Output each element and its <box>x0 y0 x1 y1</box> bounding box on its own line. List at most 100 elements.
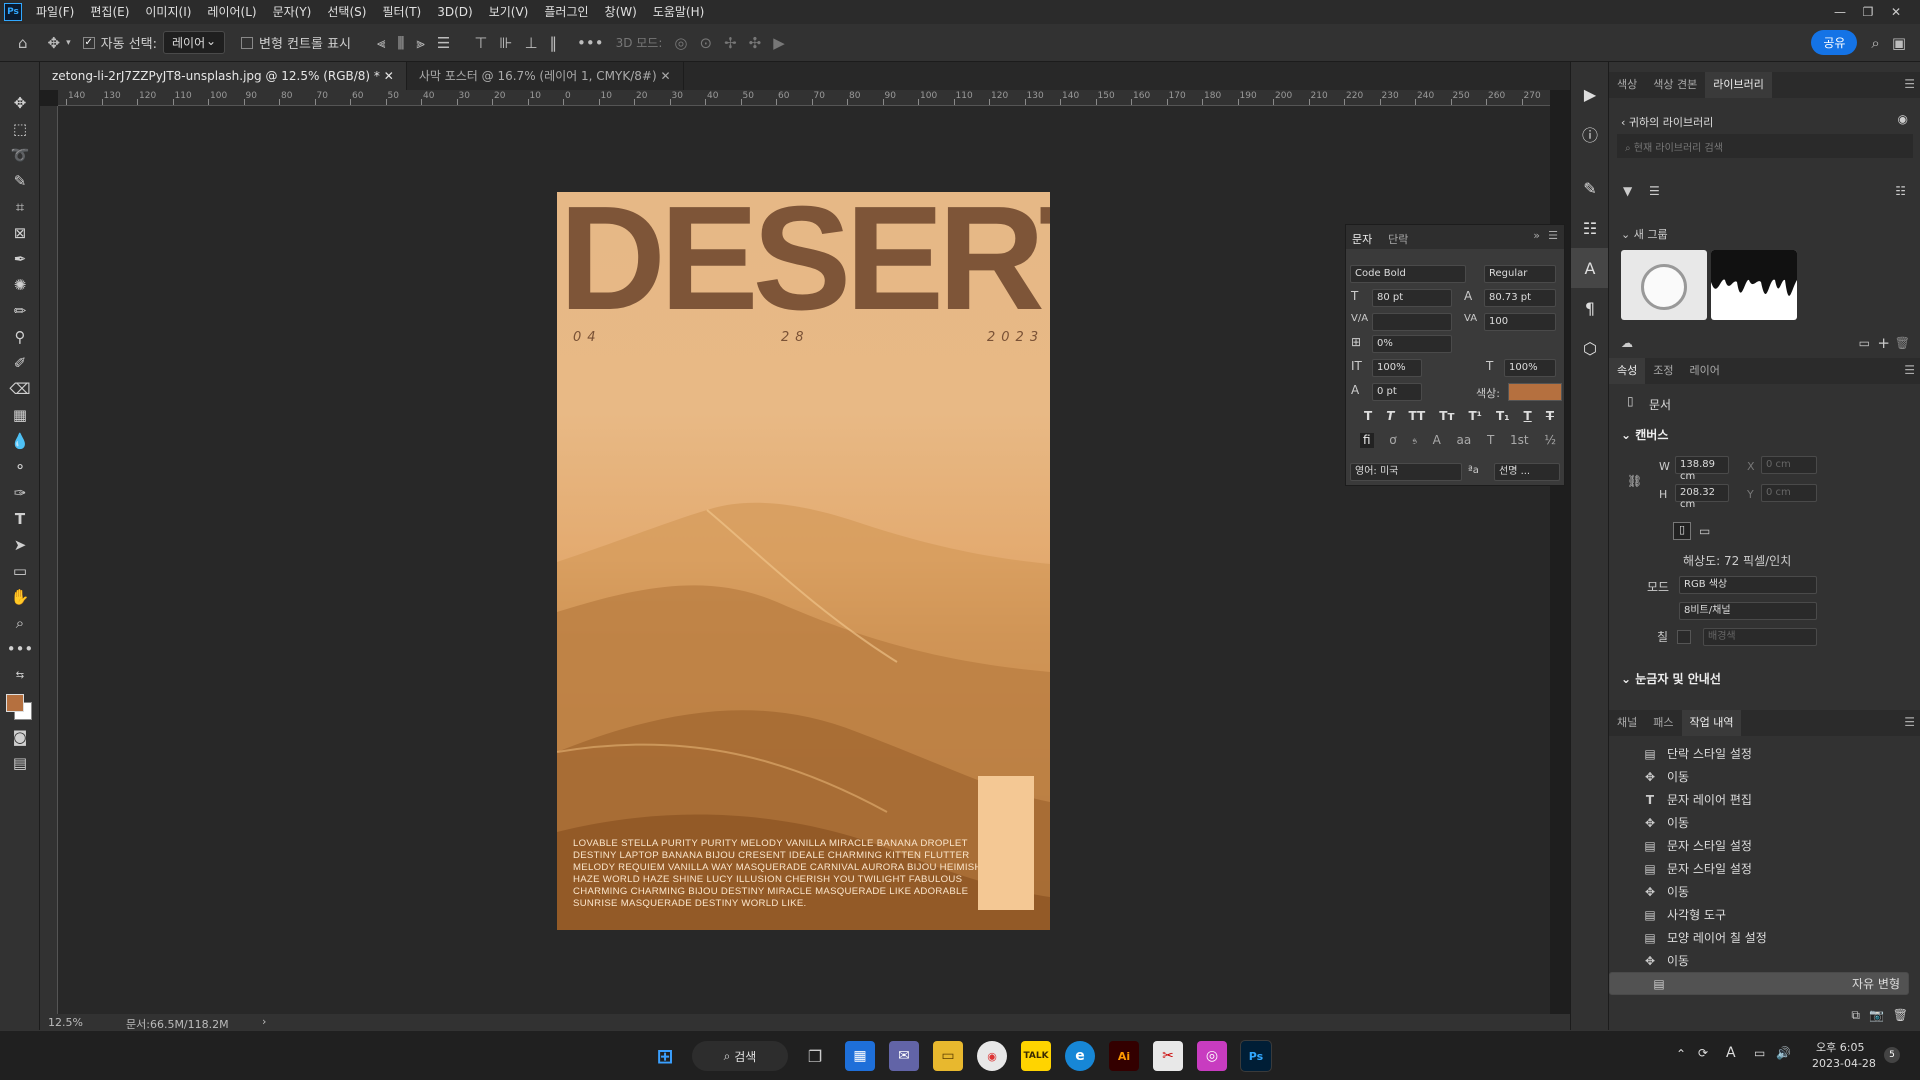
paragraph-icon[interactable]: ¶ <box>1571 288 1609 328</box>
stylistic-alt-icon[interactable]: A <box>1433 433 1441 448</box>
creative-cloud-icon[interactable]: ◎ <box>1197 1041 1227 1071</box>
tracking-field[interactable]: 100 <box>1484 313 1556 331</box>
actions-icon[interactable]: ▶ <box>1571 74 1609 114</box>
chrome-icon[interactable]: ◉ <box>977 1041 1007 1071</box>
font-family-dropdown[interactable]: Code Bold <box>1350 265 1466 283</box>
drip-thumbnail[interactable] <box>1711 250 1797 320</box>
clock-time[interactable]: 오후 6:05 <box>1816 1039 1864 1055</box>
move-tool-icon[interactable]: ✥ <box>48 34 61 52</box>
list-view-icon[interactable]: ☷ <box>1895 184 1906 198</box>
discretionary-ligature-icon[interactable]: ơ <box>1389 433 1396 448</box>
stopwatch-thumbnail[interactable] <box>1621 250 1707 320</box>
link-icon[interactable]: ⛓ <box>1627 474 1642 488</box>
width-field[interactable]: 138.89 cm <box>1675 456 1729 482</box>
eraser-tool-icon[interactable]: ⌫ <box>0 376 40 402</box>
folder-icon[interactable]: ▭ <box>1859 336 1870 350</box>
tab-swatches[interactable]: 색상 견본 <box>1645 72 1705 98</box>
font-size-field[interactable]: 80 pt <box>1372 289 1452 307</box>
hand-tool-icon[interactable]: ✋ <box>0 584 40 610</box>
quick-mask-icon[interactable]: ◙ <box>0 724 40 750</box>
input-language[interactable]: A <box>1726 1045 1736 1061</box>
layer-select-dropdown[interactable]: 레이어 ⌄ <box>163 31 225 54</box>
taskbar-search[interactable]: ⌕ 검색 <box>692 1041 788 1071</box>
history-item[interactable]: ✥ 이동 <box>1609 765 1909 788</box>
font-style-dropdown[interactable]: Regular <box>1484 265 1556 283</box>
clock-date[interactable]: 2023-04-28 <box>1812 1057 1876 1070</box>
vertical-scale-field[interactable]: 100% <box>1372 359 1422 377</box>
foreground-color-swatch[interactable] <box>6 694 24 712</box>
tab-adjustments[interactable]: 조정 <box>1645 358 1681 384</box>
screen-mode-icon[interactable]: ▤ <box>0 750 40 776</box>
history-item[interactable]: ▤ 문자 스타일 설정 <box>1609 834 1909 857</box>
chevron-down-icon[interactable]: ▾ <box>66 38 71 48</box>
close-icon[interactable]: ✕ <box>660 69 670 83</box>
home-icon[interactable]: ⌂ <box>18 34 28 52</box>
collapse-icon[interactable]: » <box>1533 229 1540 242</box>
landscape-icon[interactable]: ▭ <box>1699 524 1710 538</box>
transform-controls-checkbox[interactable]: 변형 컨트롤 표시 <box>241 33 351 52</box>
brush-tool-icon[interactable]: ✏ <box>0 298 40 324</box>
align-middle-icon[interactable]: ⊪ <box>499 34 512 52</box>
all-caps-icon[interactable]: TT <box>1409 409 1426 423</box>
panel-menu-icon[interactable]: ☰ <box>1548 229 1558 242</box>
menu-plugins[interactable]: 플러그인 <box>536 0 596 24</box>
history-item[interactable]: ✥ 이동 <box>1609 949 1909 972</box>
info-icon[interactable]: ⓘ <box>1571 114 1609 154</box>
color-swatches[interactable] <box>0 688 40 724</box>
task-view-icon[interactable]: ❐ <box>800 1041 830 1071</box>
adjustments-icon[interactable]: ☷ <box>1571 208 1609 248</box>
bit-depth-dropdown[interactable]: 8비트/채널 <box>1679 602 1817 620</box>
small-caps-icon[interactable]: Tт <box>1439 409 1454 423</box>
network-icon[interactable]: ▭ <box>1754 1046 1765 1060</box>
canvas-section[interactable]: ⌄ 캔버스 <box>1621 426 1668 443</box>
blur-tool-icon[interactable]: 💧 <box>0 428 40 454</box>
snipping-tool-icon[interactable]: ✂ <box>1153 1041 1183 1071</box>
tab-character[interactable]: 문자 <box>1346 225 1378 253</box>
menu-edit[interactable]: 편집(E) <box>82 0 137 24</box>
menu-window[interactable]: 창(W) <box>597 0 645 24</box>
tab-layers[interactable]: 레이어 <box>1682 358 1728 384</box>
ordinals-icon[interactable]: 1st <box>1510 433 1529 448</box>
menu-file[interactable]: 파일(F) <box>28 0 82 24</box>
fill-swatch[interactable] <box>1677 630 1691 644</box>
menu-help[interactable]: 도움말(H) <box>645 0 713 24</box>
kerning-field[interactable] <box>1372 313 1452 331</box>
more-icon[interactable]: ••• <box>577 34 604 52</box>
y-field[interactable]: 0 cm <box>1761 484 1817 502</box>
tab-properties[interactable]: 속성 <box>1609 358 1646 384</box>
move-tool-icon[interactable]: ✥ <box>0 90 40 116</box>
add-icon[interactable]: + <box>1877 334 1890 352</box>
align-top-icon[interactable]: ⊤ <box>474 34 487 52</box>
history-item[interactable]: ▤ 단락 스타일 설정 <box>1609 742 1909 765</box>
kakaotalk-icon[interactable]: TALK <box>1021 1041 1051 1071</box>
ordinal-icon[interactable]: T <box>1487 433 1494 448</box>
distribute-icon[interactable]: ☰ <box>437 34 450 52</box>
quick-select-tool-icon[interactable]: ✎ <box>0 168 40 194</box>
close-icon[interactable]: ✕ <box>384 69 394 83</box>
rulers-guides-section[interactable]: ⌄ 눈금자 및 안내선 <box>1621 670 1721 687</box>
crop-tool-icon[interactable]: ⌗ <box>0 194 40 220</box>
eyedropper-tool-icon[interactable]: ✒ <box>0 246 40 272</box>
distribute-vertical-icon[interactable]: ‖ <box>550 34 558 52</box>
illustrator-icon[interactable]: Ai <box>1109 1041 1139 1071</box>
share-button[interactable]: 공유 <box>1811 30 1858 55</box>
swash-icon[interactable]: 𝔰 <box>1412 433 1417 448</box>
3d-icon[interactable]: ⬡ <box>1571 328 1609 368</box>
minimize-icon[interactable]: — <box>1826 0 1854 24</box>
file-explorer-icon[interactable]: ▭ <box>933 1041 963 1071</box>
edge-icon[interactable]: e <box>1065 1041 1095 1071</box>
align-right-icon[interactable]: ⫸ <box>416 34 424 52</box>
leading-field[interactable]: 80.73 pt <box>1484 289 1556 307</box>
spot-healing-tool-icon[interactable]: ✺ <box>0 272 40 298</box>
sort-icon[interactable]: ☰ <box>1649 184 1660 198</box>
tab-desert-poster[interactable]: 사막 포스터 @ 16.7% (레이어 1, CMYK/8#) ✕ <box>407 62 684 90</box>
strikethrough-icon[interactable]: T <box>1546 409 1554 423</box>
auto-select-checkbox[interactable]: ✓ 자동 선택: <box>82 33 157 52</box>
titling-icon[interactable]: aa <box>1457 433 1472 448</box>
photoshop-taskbar-icon[interactable]: Ps <box>1240 1040 1272 1072</box>
chevron-right-icon[interactable]: › <box>262 1015 266 1028</box>
type-tool-icon[interactable]: T <box>0 506 40 532</box>
menu-select[interactable]: 선택(S) <box>319 0 374 24</box>
library-search-input[interactable]: ⌕ 현재 라이브러리 검색 <box>1617 134 1913 158</box>
clone-stamp-tool-icon[interactable]: ⚲ <box>0 324 40 350</box>
